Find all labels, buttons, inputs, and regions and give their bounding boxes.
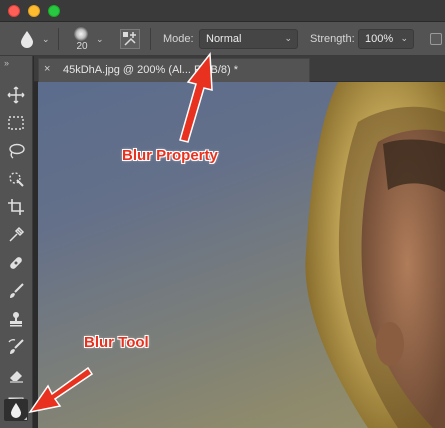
brush-tool-button[interactable] (4, 280, 28, 302)
tools-panel: ›› (0, 56, 33, 428)
mode-label: Mode: (163, 33, 194, 45)
sample-all-layers-checkbox[interactable] (430, 33, 442, 45)
healing-brush-tool-button[interactable] (4, 252, 28, 274)
chevron-down-icon: ⌄ (400, 33, 408, 43)
marquee-tool-button[interactable] (4, 112, 28, 134)
marquee-icon (8, 116, 24, 130)
strength-input[interactable]: 100% ⌄ (358, 29, 414, 49)
brush-settings-panel-button[interactable] (120, 29, 140, 49)
mode-value: Normal (206, 33, 242, 45)
eraser-icon (10, 371, 23, 383)
tool-group-indicator (24, 417, 27, 420)
document-tab[interactable]: × 45kDhA.jpg @ 200% (Al... RGB/8) * (38, 58, 310, 82)
eraser-tool-button[interactable] (4, 364, 28, 386)
panel-collapse-grip[interactable]: ›› (4, 58, 9, 68)
divider (58, 28, 59, 50)
blur-tool-icon (11, 403, 21, 418)
strength-label: Strength: (310, 33, 355, 45)
options-bar: ⌄ 20 ⌄ Mode: Normal ⌄ Strength: 100% ⌄ (0, 22, 445, 56)
blur-tool-button[interactable] (4, 399, 28, 421)
close-window-button[interactable] (8, 5, 20, 17)
quick-selection-icon (9, 172, 24, 187)
eyedropper-icon (9, 226, 25, 242)
move-tool-button[interactable] (4, 84, 28, 106)
close-tab-icon[interactable]: × (44, 63, 50, 75)
quick-selection-tool-button[interactable] (4, 168, 28, 190)
strength-value: 100% (365, 33, 394, 45)
chevron-down-icon: ⌄ (284, 33, 292, 43)
photo-image (305, 82, 445, 428)
clone-stamp-tool-button[interactable] (4, 308, 28, 330)
brush-size-value: 20 (76, 41, 88, 52)
crop-icon (8, 199, 24, 215)
crop-tool-button[interactable] (4, 196, 28, 218)
tool-preset-chevron-icon[interactable]: ⌄ (42, 34, 50, 45)
clone-stamp-icon (10, 312, 22, 327)
document-tab-title: 45kDhA.jpg @ 200% (Al... RGB/8) * (63, 64, 239, 76)
document-tab-bar: × 45kDhA.jpg @ 200% (Al... RGB/8) * (34, 56, 445, 82)
move-icon (7, 86, 25, 104)
healing-brush-icon (10, 257, 22, 269)
zoom-window-button[interactable] (48, 5, 60, 17)
brush-settings-icon (123, 32, 136, 46)
brush-preview-icon[interactable] (74, 27, 88, 41)
brush-icon (10, 283, 24, 298)
divider (150, 28, 151, 50)
mode-select[interactable]: Normal ⌄ (199, 29, 298, 49)
lasso-icon (9, 143, 25, 159)
brush-picker-chevron-icon[interactable]: ⌄ (96, 34, 104, 45)
title-bar (0, 0, 445, 22)
history-brush-icon (8, 339, 24, 354)
blur-property-annotation: Blur Property (122, 147, 218, 164)
blur-tool-annotation: Blur Tool (84, 334, 149, 351)
image-canvas[interactable] (38, 82, 445, 428)
eyedropper-tool-button[interactable] (4, 224, 28, 246)
history-brush-tool-button[interactable] (4, 336, 28, 358)
blur-tool-preset-icon[interactable] (19, 30, 35, 48)
minimize-window-button[interactable] (28, 5, 40, 17)
lasso-tool-button[interactable] (4, 140, 28, 162)
